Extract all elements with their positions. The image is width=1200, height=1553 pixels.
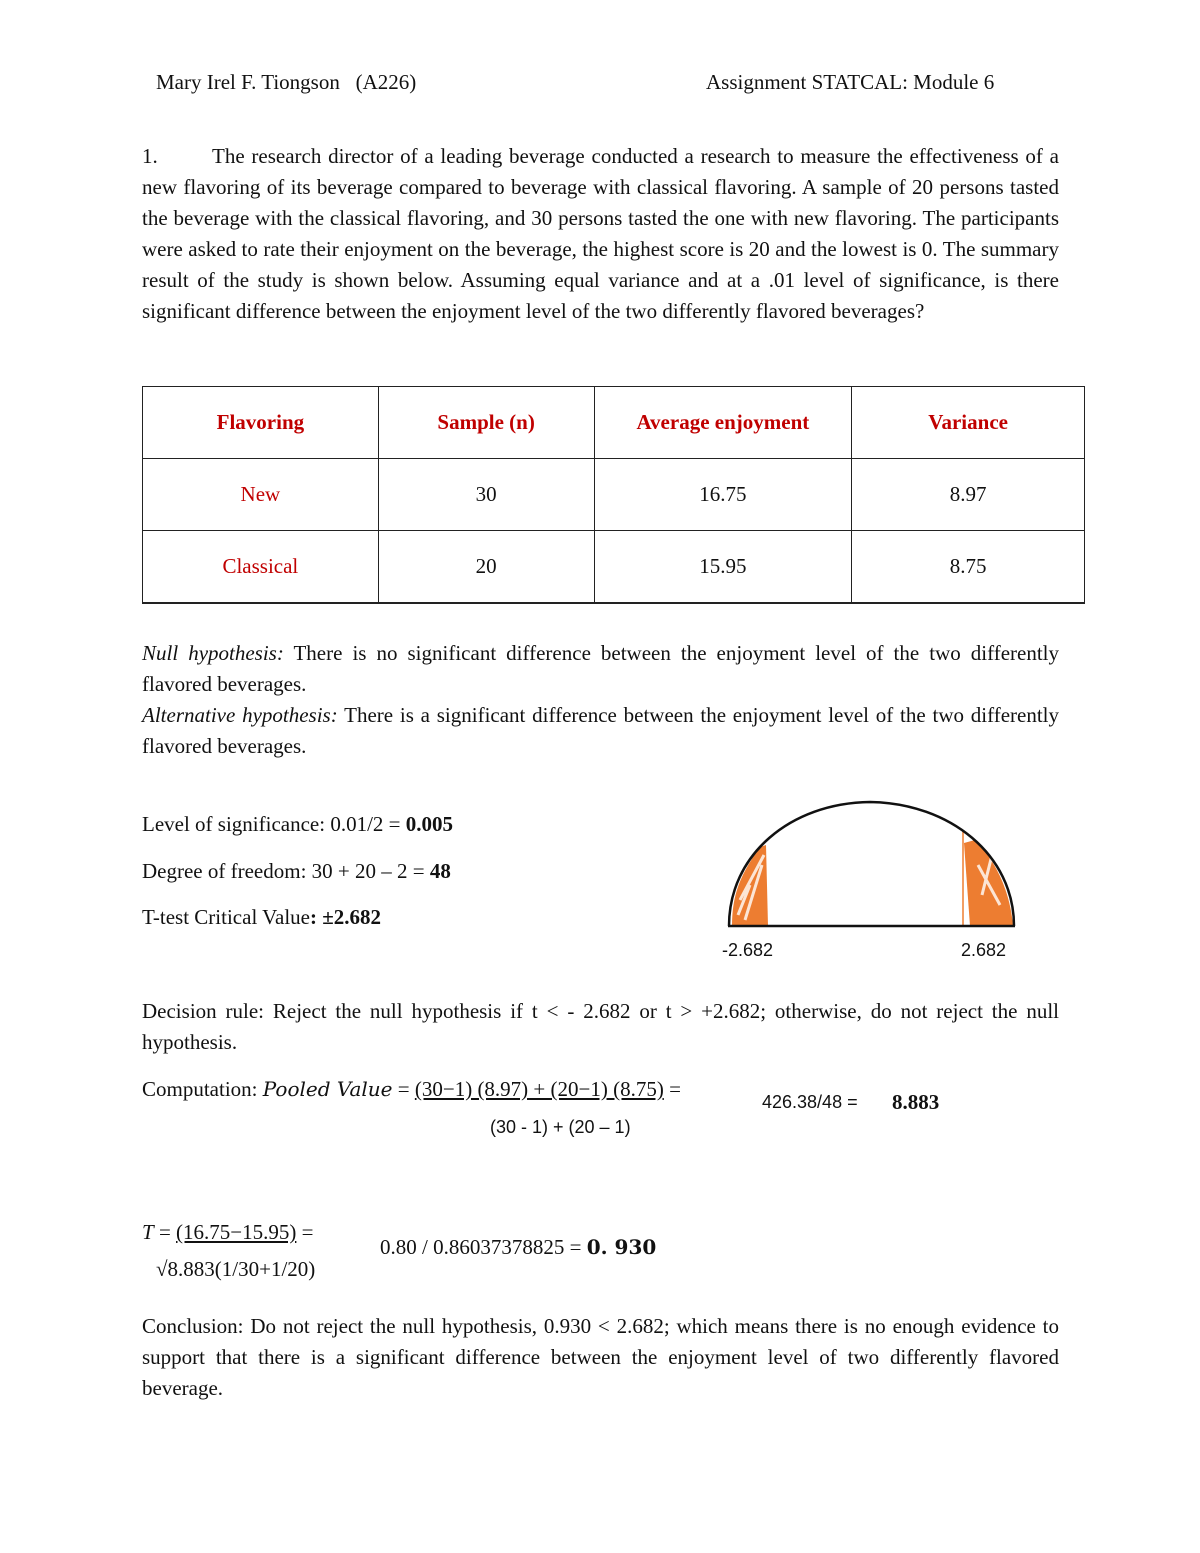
right-critical-label: 2.682 [961, 940, 1007, 960]
alternative-hypothesis: Alternative hypothesis: There is a signi… [142, 700, 1059, 762]
pooled-numerator: (30−1) (8.97) + (20−1) (8.75) [414, 1077, 664, 1101]
cell-flavoring: Classical [142, 530, 379, 604]
null-hypothesis-label: Null hypothesis: [142, 641, 284, 665]
summary-table: Flavoring Sample (n) Average enjoyment V… [142, 386, 1085, 604]
pooled-trailing-eq: = [663, 1077, 681, 1101]
significance-line: Level of significance: 0.01/2 = 0.005 [142, 812, 453, 837]
t-computation: 0.80 / 0.86037378825 = 0. 930 [380, 1235, 656, 1260]
alt-hypothesis-label: Alternative hypothesis: [142, 703, 338, 727]
df-label: Degree of freedom: 30 + 20 – 2 = [142, 859, 430, 883]
cell-average: 15.95 [593, 530, 853, 604]
header-sample: Sample (n) [377, 386, 595, 459]
author-header: Mary Irel F. Tiongson (A226) [156, 70, 417, 94]
t-eq: = [153, 1220, 177, 1244]
cell-average: 16.75 [593, 458, 853, 531]
critical-value: ±2.682 [322, 905, 382, 929]
conclusion: Conclusion: Do not reject the null hypot… [142, 1314, 1059, 1400]
table-row: Classical 20 15.95 8.75 [142, 530, 1085, 604]
df-value: 48 [429, 859, 451, 883]
question-text: The research director of a leading bever… [142, 144, 1059, 323]
t-label: T [142, 1220, 154, 1244]
t-distribution-curve [727, 800, 1016, 928]
header-variance: Variance [851, 386, 1085, 459]
critical-colon: : [309, 905, 323, 929]
critical-value-line: T-test Critical Value: ±2.682 [142, 905, 381, 930]
cell-variance: 8.75 [851, 530, 1085, 604]
left-critical-label: -2.682 [722, 940, 774, 960]
pooled-division: 426.38/48 = [762, 1092, 858, 1112]
t-division: 0.80 / 0.86037378825 = [380, 1235, 587, 1259]
cell-flavoring: New [142, 458, 379, 531]
header-flavoring: Flavoring [142, 386, 379, 459]
t-numerator: (16.75−15.95) [176, 1220, 297, 1244]
assignment-header: Assignment STATCAL: Module 6 [706, 70, 995, 94]
t-statistic-line: T = (16.75−15.95) = [142, 1220, 313, 1245]
df-line: Degree of freedom: 30 + 20 – 2 = 48 [142, 859, 451, 884]
pooled-computation: Computation: Pooled Value = (30−1) (8.97… [142, 1077, 681, 1102]
computation-label: Computation: [142, 1077, 263, 1101]
table-row: New 30 16.75 8.97 [142, 458, 1085, 531]
pooled-denominator: (30 - 1) + (20 – 1) [490, 1117, 631, 1137]
critical-label: T-test Critical Value [142, 905, 310, 929]
decision-rule: Decision rule: Reject the null hypothesi… [142, 999, 1059, 1054]
pooled-label: Pooled Value [262, 1077, 393, 1101]
t-denominator: √8.883(1/30+1/20) [156, 1257, 316, 1281]
t-trailing-eq: = [296, 1220, 314, 1244]
significance-label: Level of significance: 0.01/2 = [142, 812, 406, 836]
t-result: 0. 930 [586, 1235, 657, 1259]
null-hypothesis: Null hypothesis: There is no significant… [142, 638, 1059, 700]
table-header-row: Flavoring Sample (n) Average enjoyment V… [142, 386, 1085, 459]
significance-value: 0.005 [405, 812, 454, 836]
pooled-eq: = [392, 1077, 415, 1101]
cell-sample: 30 [377, 458, 595, 531]
question-number: 1. [142, 144, 158, 168]
question-paragraph: 1. The research director of a leading bev… [142, 141, 1059, 327]
cell-sample: 20 [377, 530, 595, 604]
cell-variance: 8.97 [851, 458, 1085, 531]
pooled-result: 8.883 [892, 1090, 940, 1114]
header-average: Average enjoyment [593, 386, 853, 459]
